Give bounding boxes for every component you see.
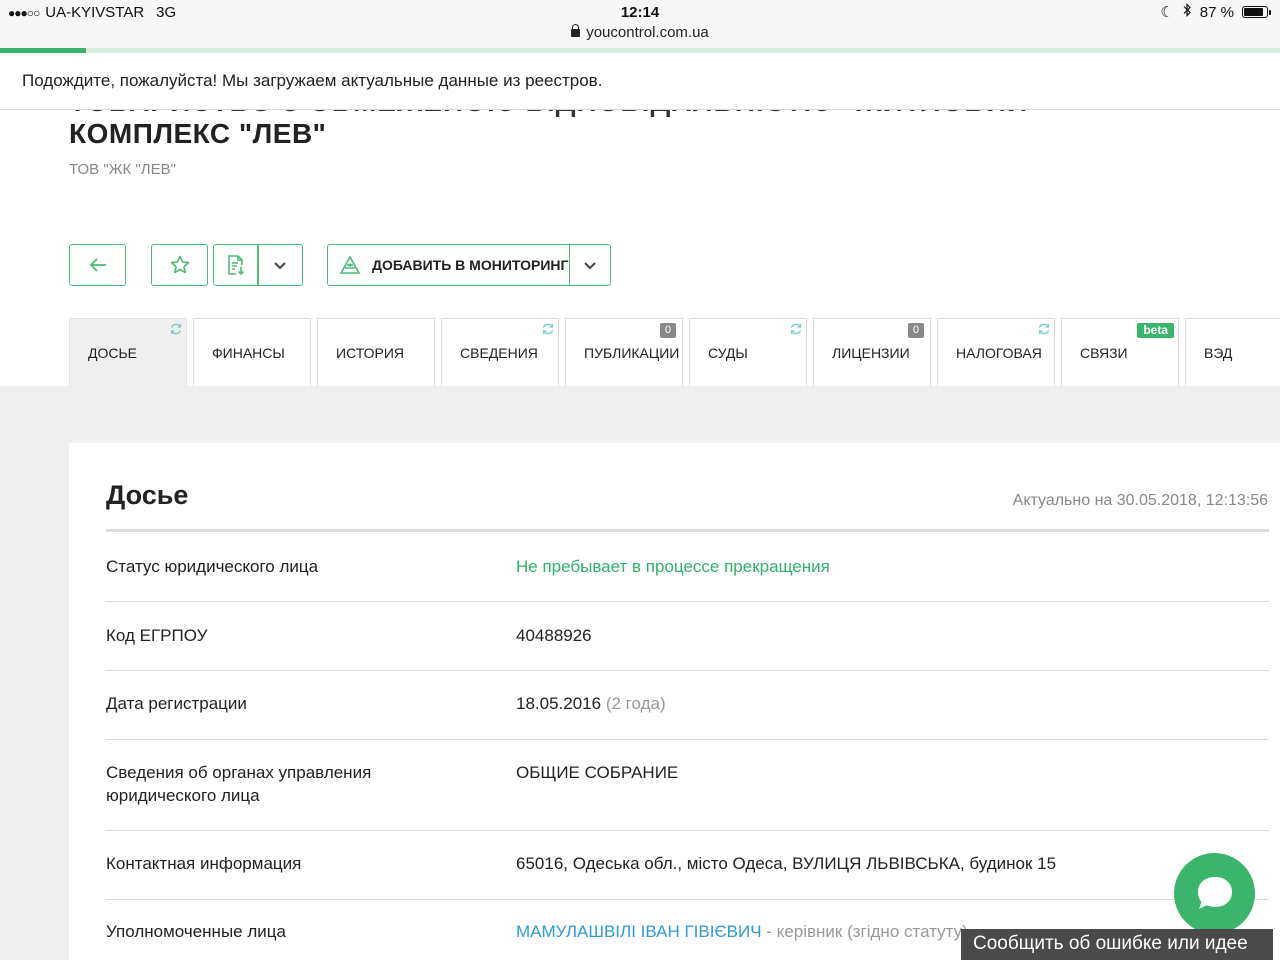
battery-percent: 87 % bbox=[1199, 3, 1234, 21]
export-dropdown-button[interactable] bbox=[259, 245, 302, 285]
bluetooth-icon bbox=[1182, 3, 1192, 21]
back-button[interactable] bbox=[69, 244, 126, 286]
url-domain: youcontrol.com.ua bbox=[586, 24, 709, 41]
governance-value: ОБЩИЕ СОБРАНИЕ bbox=[516, 763, 679, 782]
refresh-icon bbox=[542, 323, 554, 335]
updated-timestamp: Актуально на 30.05.2018, 12:13:56 bbox=[1012, 492, 1268, 509]
tab-label: ВЭД bbox=[1204, 345, 1233, 361]
monitoring-pyramid-icon bbox=[340, 256, 360, 274]
contact-value: 65016, Одеська обл., місто Одеса, ВУЛИЦЯ… bbox=[516, 854, 1057, 873]
lock-icon bbox=[571, 24, 581, 37]
feedback-button[interactable]: Сообщить об ошибке или идее bbox=[961, 929, 1273, 960]
battery-icon bbox=[1242, 6, 1271, 18]
tab-label: ДОСЬЕ bbox=[88, 345, 138, 361]
edrpou-value: 40488926 bbox=[516, 626, 592, 645]
chevron-down-icon bbox=[584, 261, 596, 269]
refresh-icon bbox=[170, 323, 182, 335]
dossier-row-contact: Контактная информация 65016, Одеська обл… bbox=[106, 831, 1269, 900]
registration-value: 18.05.2016 (2 года) bbox=[516, 692, 666, 715]
dossier-row-governance: Сведения об органах управления юридическ… bbox=[106, 740, 1269, 831]
tab-label: СУДЫ bbox=[708, 345, 748, 361]
add-to-monitoring-label: ДОБАВИТЬ В МОНИТОРИНГ bbox=[372, 257, 569, 273]
loading-banner: Подождите, пожалуйста! Мы загружаем акту… bbox=[0, 53, 1280, 110]
row-label: Контактная информация bbox=[106, 854, 302, 873]
moon-icon: ☾ bbox=[1160, 4, 1174, 21]
tab-5[interactable]: СУДЫ bbox=[689, 318, 807, 386]
tab-1[interactable]: ФИНАНСЫ bbox=[193, 318, 311, 386]
tab-label: ФИНАНСЫ bbox=[212, 345, 285, 361]
refresh-icon bbox=[790, 323, 802, 335]
row-label: Статус юридического лица bbox=[106, 557, 319, 576]
add-to-monitoring-button[interactable]: ДОБАВИТЬ В МОНИТОРИНГ bbox=[328, 245, 569, 285]
monitoring-dropdown-button[interactable] bbox=[570, 245, 610, 285]
tab-6[interactable]: ЛИЦЕНЗИИ 0 bbox=[813, 318, 931, 386]
registration-age: (2 года) bbox=[605, 694, 666, 713]
dossier-row-status: Статус юридического лица Не пребывает в … bbox=[106, 532, 1269, 602]
tab-label: ЛИЦЕНЗИИ bbox=[832, 345, 910, 361]
tab-9[interactable]: ВЭД bbox=[1185, 318, 1280, 386]
tab-0[interactable]: ДОСЬЕ bbox=[69, 318, 187, 386]
export-button-group bbox=[213, 244, 303, 286]
tab-label: НАЛОГОВАЯ bbox=[956, 345, 1042, 361]
tab-8[interactable]: СВЯЗИ beta bbox=[1061, 318, 1179, 386]
tab-label: СВЯЗИ bbox=[1080, 345, 1128, 361]
tab-label: ПУБЛИКАЦИИ bbox=[584, 345, 680, 361]
status-value: Не пребывает в процессе прекращения bbox=[516, 557, 830, 576]
row-label: Уполномоченные лица bbox=[106, 922, 286, 941]
refresh-icon bbox=[1038, 323, 1050, 335]
chat-button[interactable] bbox=[1174, 853, 1255, 934]
person-link[interactable]: МАМУЛАШВІЛІ ІВАН ГІВІЄВИЧ bbox=[516, 922, 762, 941]
favorite-button[interactable] bbox=[151, 244, 208, 286]
registration-date: 18.05.2016 bbox=[516, 694, 602, 713]
company-title: КОМПЛЕКС "ЛЕВ" bbox=[69, 118, 327, 149]
arrow-left-icon bbox=[89, 258, 106, 272]
tab-2[interactable]: ИСТОРИЯ bbox=[317, 318, 435, 386]
tab-count-badge: 0 bbox=[907, 323, 924, 338]
tab-label: ИСТОРИЯ bbox=[336, 345, 405, 361]
company-short-name: ТОВ "ЖК "ЛЕВ" bbox=[69, 161, 176, 178]
beta-badge: beta bbox=[1137, 323, 1174, 338]
dossier-card: Досье Актуально на 30.05.2018, 12:13:56 … bbox=[69, 443, 1280, 960]
export-button[interactable] bbox=[214, 245, 257, 285]
chevron-down-icon bbox=[274, 261, 287, 269]
dossier-row-registration: Дата регистрации 18.05.2016 (2 года) bbox=[106, 671, 1269, 740]
row-label: Код ЕГРПОУ bbox=[106, 626, 208, 645]
row-label: Дата регистрации bbox=[106, 694, 247, 713]
clock: 12:14 bbox=[620, 4, 660, 21]
person-role: - керівник (згідно статуту) bbox=[761, 922, 968, 941]
status-bar: ●●●○○ UA-KYIVSTAR 3G 12:14 ☾ 87 % bbox=[0, 0, 1280, 24]
chat-bubble-icon bbox=[1197, 876, 1232, 909]
tab-count-badge: 0 bbox=[659, 323, 676, 338]
tab-4[interactable]: ПУБЛИКАЦИИ 0 bbox=[565, 318, 683, 386]
tab-3[interactable]: СВЕДЕНИЯ bbox=[441, 318, 559, 386]
tab-7[interactable]: НАЛОГОВАЯ bbox=[937, 318, 1055, 386]
row-label: Сведения об органах управления юридическ… bbox=[106, 763, 372, 805]
star-icon bbox=[170, 255, 189, 274]
dossier-title: Досье bbox=[106, 480, 189, 510]
document-download-icon bbox=[227, 255, 244, 276]
monitoring-button-group: ДОБАВИТЬ В МОНИТОРИНГ bbox=[327, 244, 611, 286]
tab-label: СВЕДЕНИЯ bbox=[460, 345, 538, 361]
dossier-row-edrpou: Код ЕГРПОУ 40488926 bbox=[106, 602, 1269, 671]
url-bar[interactable]: youcontrol.com.ua bbox=[0, 24, 1280, 48]
authorized-value: МАМУЛАШВІЛІ ІВАН ГІВІЄВИЧ - керівник (зг… bbox=[516, 920, 968, 943]
